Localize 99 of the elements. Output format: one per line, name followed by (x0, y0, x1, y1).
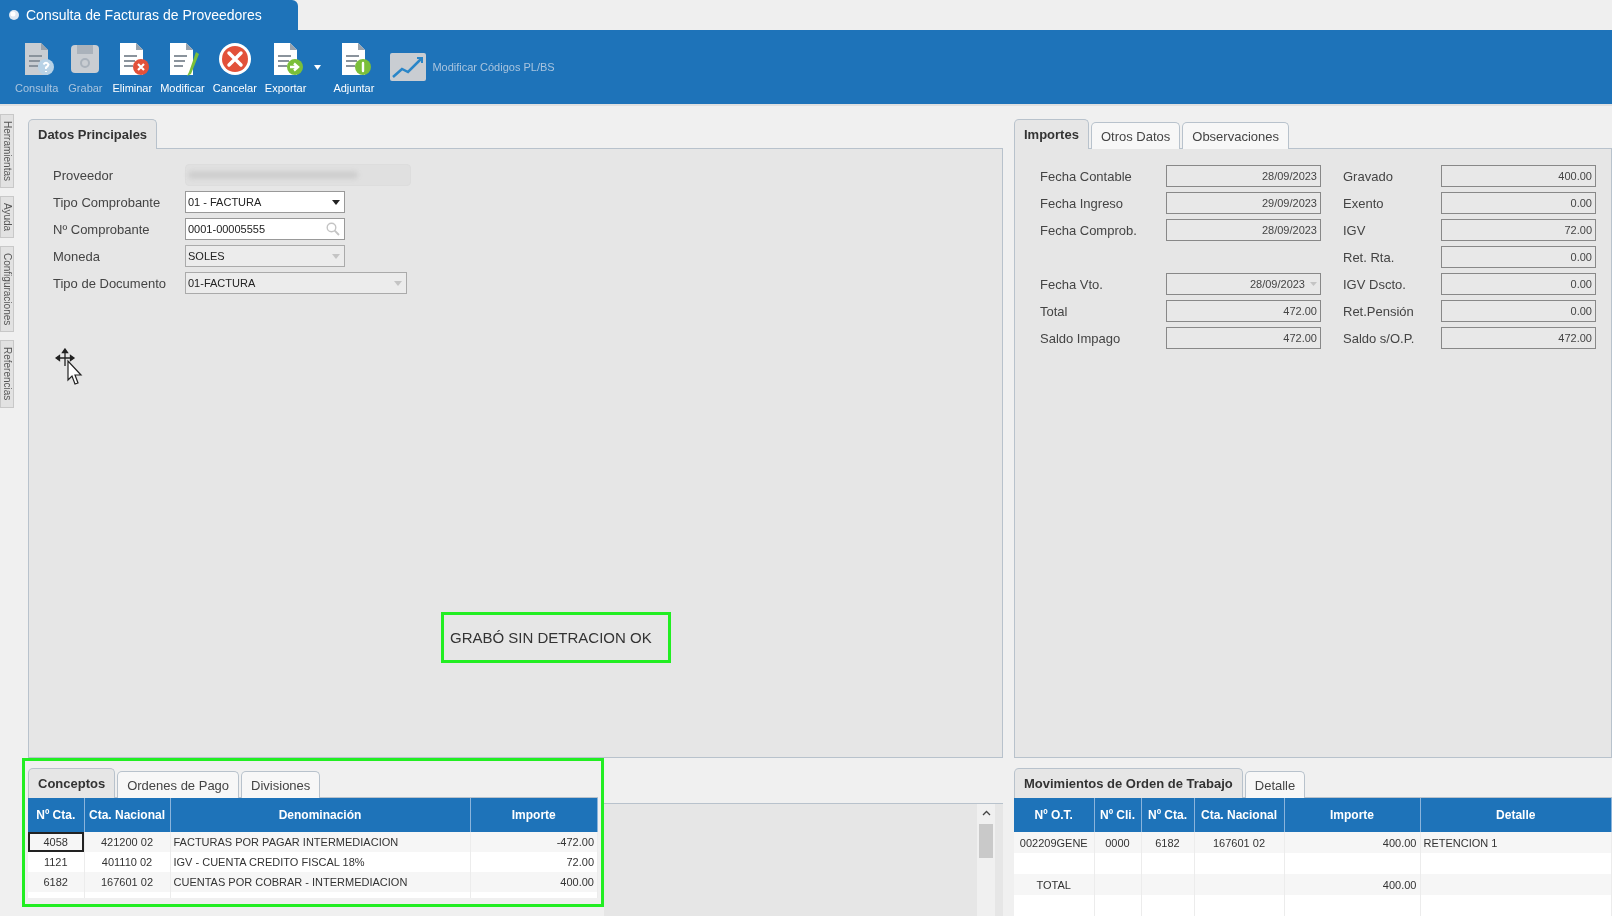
button-label: Cancelar (212, 82, 257, 94)
field-label: IGV Dscto. (1343, 276, 1407, 292)
field-label: Exento (1343, 195, 1385, 211)
column-header[interactable]: Detalle (1420, 798, 1612, 832)
field-label: Fecha Contable (1040, 168, 1133, 184)
column-header[interactable]: Importe (470, 798, 598, 832)
window-title: Consulta de Facturas de Proveedores (0, 0, 298, 30)
button-label: Eliminar (112, 82, 153, 94)
total-amount: 400.00 (1382, 878, 1417, 891)
table-cell: 0000 (1094, 832, 1141, 853)
column-header[interactable]: Nº Cta. (28, 798, 84, 832)
column-header[interactable]: Denominación (170, 798, 470, 832)
side-tab[interactable]: Configuraciones (0, 246, 14, 333)
table-cell: 400.00 (1284, 832, 1420, 853)
readonly-field: 0.00 (1441, 300, 1596, 322)
tab[interactable]: Conceptos (28, 768, 116, 798)
table-cell: 6182 (1141, 832, 1194, 853)
field-label: Tipo Comprobante (53, 194, 162, 210)
button-label: Adjuntar (333, 82, 375, 94)
column-header[interactable]: Cta. Nacional (84, 798, 170, 832)
readonly-field: 472.00 (1441, 327, 1596, 349)
toolbar-button[interactable]: Cancelar (209, 38, 260, 96)
table-cell: 002209GENE (1014, 832, 1094, 853)
button-label: Modificar Códigos PL/BS (432, 61, 555, 73)
table-cell: RETENCION 1 (1420, 832, 1612, 853)
field-label: Gravado (1343, 168, 1394, 184)
column-header[interactable]: Nº O.T. (1014, 798, 1094, 832)
readonly-field: 28/09/2023 (1166, 219, 1321, 241)
table-cell: 167601 02 (1194, 832, 1284, 853)
toolbar-button[interactable]: Adjuntar (330, 38, 378, 96)
toolbar-button[interactable]: Modificar (157, 38, 208, 96)
field-label: Tipo de Documento (53, 275, 167, 291)
field-label: Nº Comprobante (53, 221, 151, 237)
tab[interactable]: Movimientos de Orden de Trabajo (1014, 768, 1243, 798)
tab[interactable]: Detalle (1244, 771, 1306, 798)
table-cell: 6182 (28, 872, 84, 892)
tab[interactable]: Ordenes de Pago (117, 771, 240, 798)
app-icon (8, 9, 20, 21)
side-tab[interactable]: Ayuda (0, 196, 14, 239)
caret-icon (1310, 282, 1317, 286)
readonly-field: 0.00 (1441, 273, 1596, 295)
readonly-field: 72.00 (1441, 219, 1596, 241)
table-cell: CUENTAS POR COBRAR - INTERMEDIACION (170, 872, 470, 892)
tab[interactable]: Otros Datos (1090, 122, 1181, 149)
readonly-field: 29/09/2023 (1166, 192, 1321, 214)
column-header[interactable]: Importe (1284, 798, 1420, 832)
table-cell: -472.00 (470, 832, 598, 852)
caret-icon[interactable] (314, 64, 322, 70)
field-label: IGV (1343, 222, 1367, 238)
move-cursor-icon (55, 348, 85, 388)
field-label: Fecha Vto. (1040, 276, 1104, 292)
field-label: Moneda (53, 248, 101, 264)
field-label: Fecha Comprob. (1040, 222, 1138, 238)
date-field[interactable]: 28/09/2023 (1166, 273, 1321, 295)
scroll-thumb[interactable] (979, 824, 993, 858)
field-label: Proveedor (53, 167, 114, 183)
side-tab[interactable]: Referencias (0, 340, 14, 408)
button-label: Modificar (160, 82, 205, 94)
search-icon (326, 222, 340, 236)
button-label: Grabar (68, 82, 103, 94)
column-header[interactable]: Nº Cta. (1141, 798, 1194, 832)
readonly-field: 28/09/2023 (1166, 165, 1321, 187)
table-cell: FACTURAS POR PAGAR INTERMEDIACION (170, 832, 470, 852)
field-label: Ret. Rta. (1343, 249, 1396, 265)
dropdown-field[interactable]: 01 - FACTURA (185, 191, 345, 213)
caret-icon (332, 199, 340, 205)
readonly-field: 0.00 (1441, 246, 1596, 268)
scroll-up-icon[interactable] (981, 810, 991, 816)
field-label: Saldo Impago (1040, 330, 1122, 346)
search-field[interactable]: 0001-00005555 (185, 218, 345, 240)
column-header[interactable]: Cta. Nacional (1194, 798, 1284, 832)
field-label: Total (1040, 303, 1069, 319)
table-cell: 167601 02 (84, 872, 170, 892)
readonly-field: 400.00 (1441, 165, 1596, 187)
side-tab[interactable]: Herramientas (0, 114, 14, 189)
table-cell: 4058 (28, 832, 84, 852)
status-message: GRABÓ SIN DETRACION OK (441, 612, 671, 663)
readonly-field: 472.00 (1166, 327, 1321, 349)
toolbar-button[interactable]: Exportar (261, 38, 329, 96)
column-header[interactable]: Nº Cli. (1094, 798, 1141, 832)
tab[interactable]: Importes (1014, 119, 1089, 149)
readonly-field: 0.00 (1441, 192, 1596, 214)
chart-icon (390, 53, 427, 81)
field-label: Fecha Ingreso (1040, 195, 1125, 211)
total-label: TOTAL (1036, 878, 1071, 891)
button-label: Consulta (15, 82, 59, 94)
tab[interactable]: Datos Principales (28, 119, 158, 149)
tab[interactable]: Observaciones (1182, 122, 1289, 149)
scrollbar[interactable] (977, 804, 995, 916)
tab[interactable]: Divisiones (241, 771, 321, 798)
readonly-field: 472.00 (1166, 300, 1321, 322)
button-label: Exportar (264, 82, 307, 94)
table-cell: 421200 02 (84, 832, 170, 852)
toolbar-button[interactable]: Eliminar (109, 38, 156, 96)
caret-icon (394, 280, 402, 286)
field-label: Saldo s/O.P. (1343, 330, 1416, 346)
field-label: Ret.Pensión (1343, 303, 1415, 319)
caret-icon (332, 253, 340, 259)
table-cell: 400.00 (470, 872, 598, 892)
